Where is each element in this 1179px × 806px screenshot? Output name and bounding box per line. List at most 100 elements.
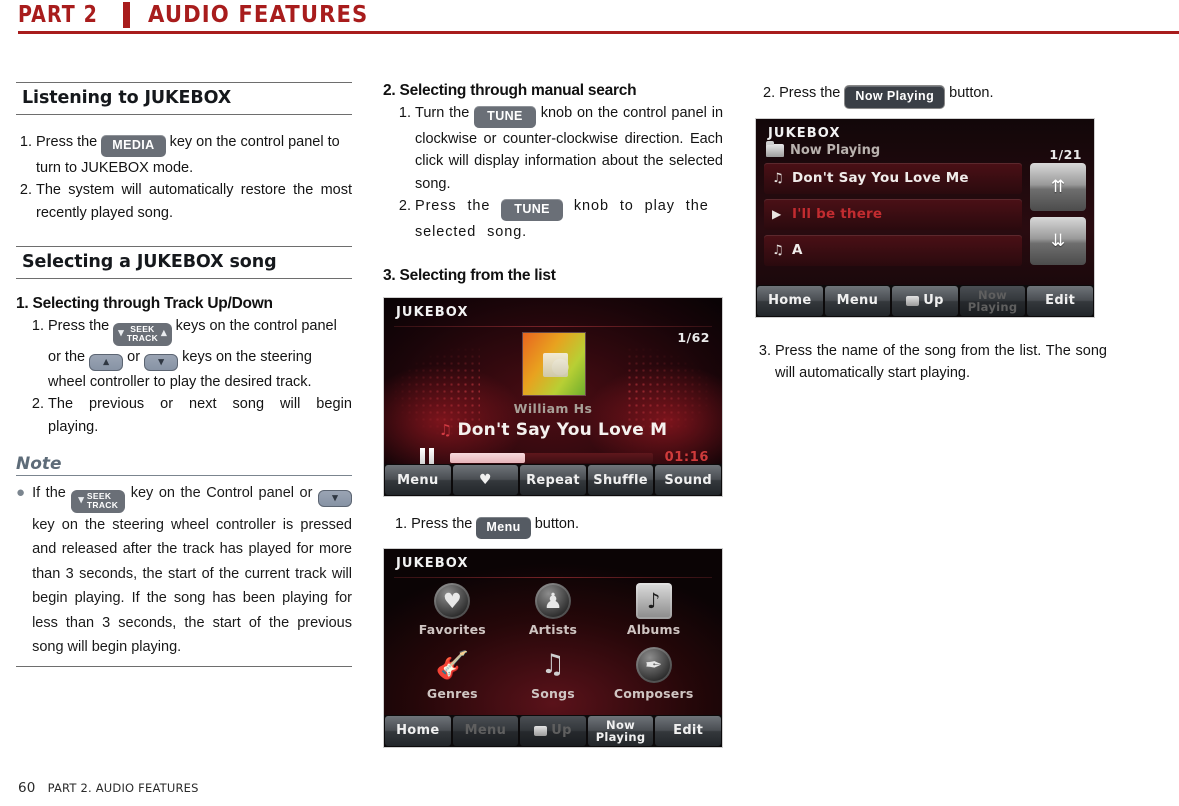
subsection-1-heading: 1. Selecting through Track Up/Down — [16, 295, 273, 312]
player-shuffle-button[interactable]: Shuffle — [587, 465, 654, 495]
menu-button-badge: Menu — [476, 517, 531, 539]
list-item: 1. Press the MEDIA key on the control pa… — [16, 131, 352, 179]
chevron-up-icon: ▴ — [103, 355, 109, 368]
list-item: 2. Press the TUNE knob to play the selec… — [395, 195, 723, 243]
step-text-b: button. — [949, 85, 994, 101]
track-label: TRACK — [126, 332, 159, 343]
column-left: Listening to JUKEBOX 1. Press the MEDIA … — [16, 82, 353, 667]
menu-item-favorites[interactable]: ♥ Favorites — [402, 582, 503, 647]
menu-up-label: Up — [551, 723, 572, 738]
scroll-down-button[interactable]: ⇊ — [1030, 216, 1086, 265]
song-title: Don't Say You Love Me — [792, 170, 969, 186]
step-text-a: Turn the — [415, 105, 470, 121]
list-item: 2. The previous or next song will begin … — [28, 393, 352, 438]
table-row[interactable]: ♫ A — [764, 234, 1022, 266]
step-text-a: Press the — [779, 85, 841, 101]
menu-edit-button[interactable]: Edit — [655, 715, 721, 746]
player-repeat-button[interactable]: Repeat — [520, 465, 586, 495]
list-up-label: Up — [923, 293, 944, 308]
track-title-row: ♫ Don't Say You Love M — [384, 420, 722, 440]
list-item-number: 1. — [19, 134, 32, 150]
player-menu-button[interactable]: Menu — [385, 465, 451, 495]
menu-title-underline — [394, 576, 712, 578]
note-bottom-rule — [16, 665, 352, 667]
table-row[interactable]: ♫ Don't Say You Love Me — [764, 162, 1022, 194]
menu-item-songs[interactable]: ♫ Songs — [503, 647, 604, 711]
section-heading-listening-label: Listening to JUKEBOX — [22, 88, 232, 108]
menu-item-albums[interactable]: ♪ Albums — [603, 582, 704, 647]
column-right: 2. Press the Now Playing button. JUKEBOX… — [755, 82, 1107, 385]
note-square-icon: ♪ — [635, 582, 672, 619]
media-key-badge: MEDIA — [101, 135, 166, 157]
track-label: TRACK — [86, 499, 119, 510]
menu-up-button[interactable]: Up — [520, 715, 586, 746]
menu-menu-button[interactable]: Menu — [452, 715, 519, 746]
menu-item-artists[interactable]: ♟ Artists — [503, 582, 604, 647]
list-item-number: 2. — [398, 198, 411, 214]
jukebox-menu-screenshot: JUKEBOX ♥ Favorites ♟ Artists ♪ Albums 🎸… — [383, 547, 723, 748]
list-now-playing-label: Now Playing — [967, 287, 1018, 314]
list-home-button[interactable]: Home — [757, 285, 823, 316]
heart-icon: ♥ — [434, 582, 471, 619]
player-screen-title: JUKEBOX — [396, 305, 469, 320]
folder-up-icon — [906, 295, 920, 306]
step-number: 2. — [763, 85, 776, 101]
music-note-icon: ♫ — [772, 242, 784, 258]
step-number: 1. — [395, 516, 408, 532]
artist-name: William Hs — [513, 401, 593, 416]
menu-now-playing-label: Now Playing — [595, 717, 646, 744]
listening-steps: 1. Press the MEDIA key on the control pa… — [16, 131, 352, 224]
play-icon: ▶ — [772, 207, 782, 221]
player-sound-button[interactable]: Sound — [655, 465, 721, 495]
footer-section-label: PART 2. AUDIO FEATURES — [47, 781, 199, 795]
list-edit-button[interactable]: Edit — [1027, 285, 1093, 316]
step-text-a: Press the — [48, 318, 110, 334]
chevron-down-icon: ▾ — [158, 355, 164, 368]
step-text-before: Press the — [36, 134, 98, 150]
step-number: 3. — [758, 342, 771, 359]
menu-item-label: Songs — [531, 685, 575, 701]
list-now-playing-button[interactable]: Now Playing — [959, 285, 1026, 316]
step-text: Press the name of the song from the list… — [775, 342, 1107, 382]
menu-item-composers[interactable]: ✒ Composers — [603, 646, 704, 711]
song-title: A — [792, 242, 803, 258]
list-item: 1. Press the ▾ SEEK TRACK ▴ keys on the … — [28, 315, 352, 393]
section-heading-selecting-label: Selecting a JUKEBOX song — [22, 252, 277, 272]
menu-item-genres[interactable]: 🎸 Genres — [402, 647, 503, 711]
step-press-now-playing: 2. Press the Now Playing button. — [755, 82, 1107, 109]
list-button-bar: Home Menu Up Now Playing Edit — [756, 284, 1094, 317]
heart-icon: ♥ — [478, 472, 492, 488]
column-middle: 2. Selecting through manual search 1. Tu… — [383, 82, 723, 748]
menu-now-playing-button[interactable]: Now Playing — [587, 715, 654, 746]
list-menu-button[interactable]: Menu — [824, 285, 891, 316]
jukebox-player-screenshot: JUKEBOX 1/62 William Hs ♫ Don't Say You L… — [383, 297, 723, 497]
music-note-icon: ♫ — [540, 649, 566, 680]
player-title-underline — [394, 326, 712, 327]
note-title: Note — [16, 454, 352, 476]
note-block: Note ● If the ▾ SEEK TRACK key on the Co… — [16, 454, 353, 667]
list-item-number: 1. — [398, 105, 411, 121]
header-part-label: PART 2 — [18, 2, 98, 28]
list-item-number: 2. — [19, 182, 32, 198]
table-row[interactable]: ▶ I'll be there — [764, 198, 1022, 230]
header-rule — [18, 31, 1179, 34]
now-playing-list-screenshot: JUKEBOX Now Playing 1/21 ♫ Don't Say You… — [755, 117, 1095, 318]
guitar-icon: 🎸 — [435, 649, 470, 681]
step-text-a: Press the — [411, 516, 473, 532]
menu-home-button[interactable]: Home — [385, 715, 451, 746]
menu-item-label: Genres — [426, 685, 478, 701]
player-track-counter: 1/62 — [677, 330, 710, 345]
step-text-a: Press the — [415, 198, 491, 214]
step-text-b: button. — [534, 516, 580, 532]
player-button-bar: Menu ♥ Repeat Shuffle Sound — [384, 464, 722, 496]
scroll-up-button[interactable]: ⇈ — [1030, 162, 1086, 211]
song-list: ♫ Don't Say You Love Me ▶ I'll be there … — [764, 162, 1022, 271]
progress-bar[interactable] — [450, 453, 653, 463]
list-up-button[interactable]: Up — [892, 285, 958, 316]
menu-item-label: Composers — [613, 685, 694, 701]
list-item-number: 2. — [31, 396, 44, 412]
music-note-icon: ♫ — [438, 421, 453, 439]
player-favorite-button[interactable]: ♥ — [452, 465, 519, 495]
chevron-down-icon: ▾ — [332, 492, 338, 504]
person-icon: ♟ — [534, 582, 571, 619]
